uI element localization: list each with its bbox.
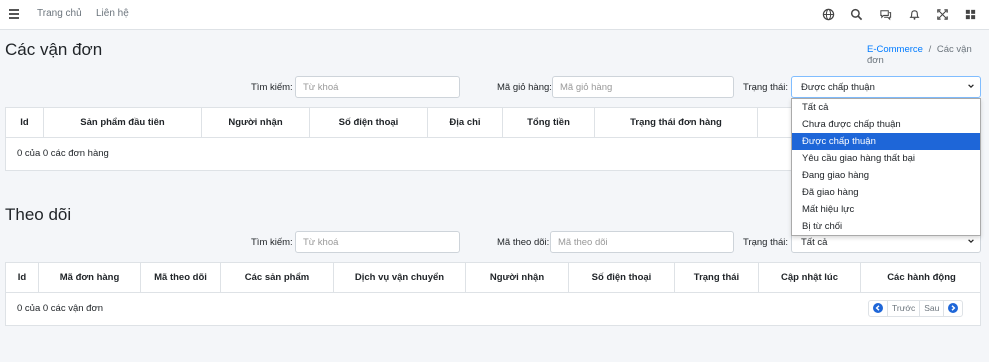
col-phone[interactable]: Số điện thoại <box>310 108 428 138</box>
col-actions[interactable]: Các hành động <box>861 263 982 293</box>
col-updated-at[interactable]: Cập nhật lúc <box>759 263 861 293</box>
search-input[interactable]: Từ khoá <box>295 76 460 98</box>
top-navbar: Trang chủ Liên hệ <box>0 0 989 30</box>
status-select[interactable]: Được chấp thuận <box>791 76 981 98</box>
col-tracking-code[interactable]: Mã theo dõi <box>141 263 221 293</box>
bell-icon[interactable] <box>908 8 921 21</box>
col-id[interactable]: Id <box>6 263 39 293</box>
chevron-down-icon <box>968 84 974 89</box>
nav-link-home[interactable]: Trang chủ <box>37 8 82 19</box>
breadcrumb-home-link[interactable]: E-Commerce <box>867 44 923 55</box>
col-status[interactable]: Trạng thái <box>675 263 759 293</box>
tracking-search-input[interactable]: Từ khoá <box>295 231 460 253</box>
breadcrumb: E-Commerce / Các vận đơn <box>867 44 989 66</box>
next-button[interactable]: Sau <box>920 301 945 316</box>
globe-icon[interactable] <box>822 8 835 21</box>
col-first-product[interactable]: Sản phẩm đầu tiên <box>44 108 202 138</box>
arrow-left-circle-icon <box>873 303 883 313</box>
tracking-title: Theo dõi <box>5 205 72 224</box>
col-recipient[interactable]: Người nhận <box>466 263 569 293</box>
tracking-status-label: Trạng thái: <box>743 237 789 248</box>
menu-icon[interactable] <box>9 9 19 19</box>
cart-code-label: Mã giỏ hàng: <box>497 82 552 93</box>
next-arrow-button[interactable] <box>944 301 962 316</box>
status-option[interactable]: Yêu cầu giao hàng thất bại <box>792 150 980 167</box>
tracking-empty-text: 0 của 0 các vận đơn <box>17 303 103 314</box>
tracking-status-value: Tất cả <box>801 237 828 248</box>
arrow-right-circle-icon <box>948 303 959 313</box>
col-total[interactable]: Tổng tiền <box>503 108 595 138</box>
status-option-selected[interactable]: Được chấp thuận <box>792 133 980 150</box>
prev-button[interactable]: Trước <box>888 301 921 316</box>
col-order-code[interactable]: Mã đơn hàng <box>39 263 141 293</box>
tracking-search-label: Tìm kiếm: <box>251 237 293 248</box>
chevron-down-icon <box>968 239 974 244</box>
col-phone[interactable]: Số điện thoại <box>569 263 675 293</box>
status-option[interactable]: Bị từ chối <box>792 218 980 235</box>
col-id[interactable]: Id <box>6 108 44 138</box>
expand-icon[interactable] <box>936 8 949 21</box>
status-label: Trạng thái: <box>743 82 789 93</box>
tracking-table: Id Mã đơn hàng Mã theo dõi Các sản phẩm … <box>5 262 981 326</box>
pagination: Trước Sau <box>868 300 964 317</box>
status-option[interactable]: Mất hiệu lực <box>792 201 980 218</box>
search-label: Tìm kiếm: <box>251 82 293 93</box>
status-option[interactable]: Chưa được chấp thuận <box>792 116 980 133</box>
prev-arrow-button[interactable] <box>869 301 888 316</box>
tracking-table-header: Id Mã đơn hàng Mã theo dõi Các sản phẩm … <box>6 263 980 293</box>
col-address[interactable]: Địa chỉ <box>428 108 503 138</box>
status-select-value: Được chấp thuận <box>801 82 875 93</box>
status-option[interactable]: Đang giao hàng <box>792 167 980 184</box>
col-shipping-service[interactable]: Dịch vụ vận chuyển <box>334 263 466 293</box>
breadcrumb-separator: / <box>928 44 932 55</box>
col-products[interactable]: Các sản phẩm <box>221 263 334 293</box>
nav-link-contact[interactable]: Liên hệ <box>96 8 129 19</box>
status-dropdown-list: Tất cả Chưa được chấp thuận Được chấp th… <box>791 98 981 236</box>
status-option[interactable]: Tất cả <box>792 99 980 116</box>
tracking-code-input[interactable]: Mã theo dõi <box>550 231 734 253</box>
col-recipient[interactable]: Người nhận <box>202 108 310 138</box>
apps-icon[interactable] <box>964 8 977 21</box>
search-icon[interactable] <box>850 8 863 21</box>
chat-icon[interactable] <box>879 8 892 21</box>
orders-empty-text: 0 của 0 các đơn hàng <box>17 148 109 159</box>
status-option[interactable]: Đã giao hàng <box>792 184 980 201</box>
tracking-code-label: Mã theo dõi: <box>497 237 550 248</box>
cart-code-input[interactable]: Mã giỏ hàng <box>552 76 734 98</box>
col-order-status[interactable]: Trạng thái đơn hàng <box>595 108 758 138</box>
page-title: Các vận đơn <box>5 40 103 59</box>
